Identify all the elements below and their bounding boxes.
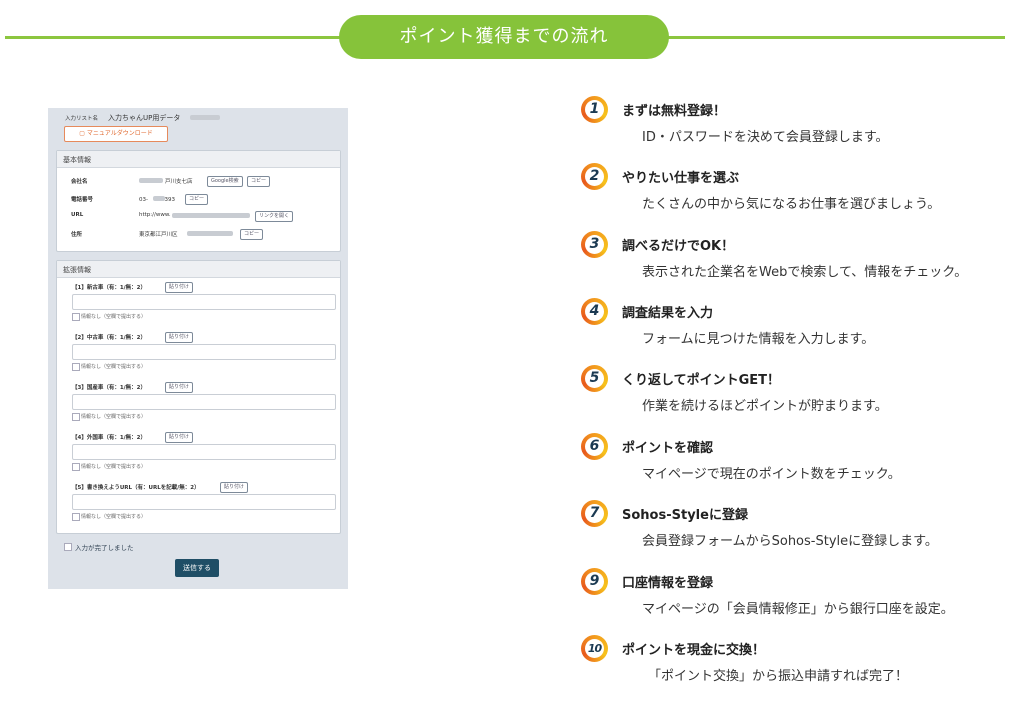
row-label: 住所 [71, 232, 83, 238]
step-description: たくさんの中から気になるお仕事を選びましょう。 [642, 197, 941, 212]
none-label: 情報なし（空欄で提出する） [81, 514, 147, 520]
step-number-icon: 9 [581, 568, 608, 595]
none-checkbox[interactable] [72, 463, 80, 471]
paste-button[interactable]: 貼り付け [220, 482, 249, 493]
step-title: 口座情報を登録 [622, 576, 714, 591]
field-label: 【3】国産車（有：1/無：2） [72, 385, 146, 391]
none-checkbox[interactable] [72, 363, 80, 371]
step-number-icon: 5 [581, 365, 608, 392]
step-number-icon: 2 [581, 163, 608, 190]
step-description: フォームに見つけた情報を入力します。 [642, 332, 875, 347]
step-description: マイページで現在のポイント数をチェック。 [642, 467, 901, 482]
none-checkbox[interactable] [72, 513, 80, 521]
step-description: 表示された企業名をWebで検索して、情報をチェック。 [642, 265, 968, 280]
manual-download-button[interactable]: ▢ マニュアルダウンロード [64, 126, 168, 142]
step-number-icon: 7 [581, 500, 608, 527]
row-label: 会社名 [71, 179, 88, 185]
step-title: くり返してポイントGET！ [622, 373, 781, 388]
step-title: ポイントを現金に交換！ [622, 643, 766, 658]
field-label: 【1】新古車（有：1/無：2） [72, 285, 146, 291]
paste-button[interactable]: 貼り付け [165, 432, 194, 443]
copy-button[interactable]: コピー [240, 229, 264, 240]
copy-button[interactable]: コピー [247, 176, 271, 187]
step-description: 作業を続けるほどポイントが貯まります。 [642, 399, 888, 414]
header-line-right [665, 36, 1005, 39]
basic-info-panel: 基本情報 会社名 戸川支七店 Google検索 コピー 電話番号 03- -03… [56, 150, 341, 252]
blurred-text [190, 115, 220, 120]
row-value: 東京都江戸川区 [139, 232, 178, 238]
paste-button[interactable]: 貼り付け [165, 382, 194, 393]
step-description: 会員登録フォームからSohos-Styleに登録します。 [642, 534, 938, 549]
step-number-icon: 4 [581, 298, 608, 325]
field-input[interactable] [72, 444, 336, 460]
ext-info-title: 拡張情報 [63, 266, 91, 274]
row-label: 電話番号 [71, 197, 94, 203]
field-input[interactable] [72, 294, 336, 310]
paste-button[interactable]: 貼り付け [165, 332, 194, 343]
google-search-button[interactable]: Google検索 [207, 176, 243, 187]
field-input[interactable] [72, 494, 336, 510]
row-value: http://www. [139, 212, 171, 218]
step-number-icon: 1 [581, 96, 608, 123]
blurred-text [139, 178, 163, 183]
basic-info-header: 基本情報 [57, 151, 340, 168]
step-description: ID・パスワードを決めて会員登録します。 [642, 130, 889, 145]
step-description: 「ポイント交換」から振込申請すれば完了！ [648, 669, 909, 684]
complete-label: 入力が完了しました [75, 544, 134, 552]
blurred-text [187, 231, 233, 236]
step-description: マイページの「会員情報修正」から銀行口座を設定。 [642, 602, 954, 617]
paste-button[interactable]: 貼り付け [165, 282, 194, 293]
step-title: ポイントを確認 [622, 441, 714, 456]
field-input[interactable] [72, 344, 336, 360]
step-number-icon: 10 [581, 635, 608, 662]
list-name-label: 入力リスト名 [65, 116, 99, 122]
manual-download-label: マニュアルダウンロード [86, 130, 153, 137]
download-icon: ▢ [79, 130, 85, 137]
none-label: 情報なし（空欄で提出する） [81, 464, 147, 470]
step-number-icon: 3 [581, 231, 608, 258]
step-title: やりたい仕事を選ぶ [622, 171, 740, 186]
section-title: ポイント獲得までの流れ [339, 15, 669, 59]
blurred-text [172, 213, 250, 218]
open-link-button[interactable]: リンクを開く [255, 211, 294, 222]
basic-info-title: 基本情報 [63, 156, 91, 164]
step-title: 調べるだけでOK！ [622, 239, 735, 254]
complete-checkbox[interactable] [64, 543, 72, 551]
field-label: 【5】書き換えようURL（有：URLを記載/無：2） [72, 485, 200, 491]
field-label: 【2】中古車（有：1/無：2） [72, 335, 146, 341]
header-line-left [5, 36, 345, 39]
list-name-value: 入力ちゃんUP用データ [108, 114, 181, 122]
field-input[interactable] [72, 394, 336, 410]
ext-info-panel: 拡張情報 【1】新古車（有：1/無：2） 貼り付け 情報なし（空欄で提出する） … [56, 260, 341, 534]
row-value: 戸川支七店 [165, 179, 193, 185]
none-label: 情報なし（空欄で提出する） [81, 314, 147, 320]
form-screenshot: 入力リスト名 入力ちゃんUP用データ ▢ マニュアルダウンロード 基本情報 会社… [48, 108, 348, 589]
none-checkbox[interactable] [72, 313, 80, 321]
blurred-text [153, 196, 165, 201]
submit-button[interactable]: 送信する [175, 559, 219, 577]
ext-info-header: 拡張情報 [57, 261, 340, 278]
copy-button[interactable]: コピー [185, 194, 209, 205]
field-label: 【4】外国車（有：1/無：2） [72, 435, 146, 441]
row-label: URL [71, 212, 84, 218]
step-title: まずは無料登録！ [622, 104, 727, 119]
none-label: 情報なし（空欄で提出する） [81, 414, 147, 420]
none-label: 情報なし（空欄で提出する） [81, 364, 147, 370]
step-title: Sohos-Styleに登録 [622, 508, 748, 523]
none-checkbox[interactable] [72, 413, 80, 421]
step-title: 調査結果を入力 [622, 306, 714, 321]
step-number-icon: 6 [581, 433, 608, 460]
